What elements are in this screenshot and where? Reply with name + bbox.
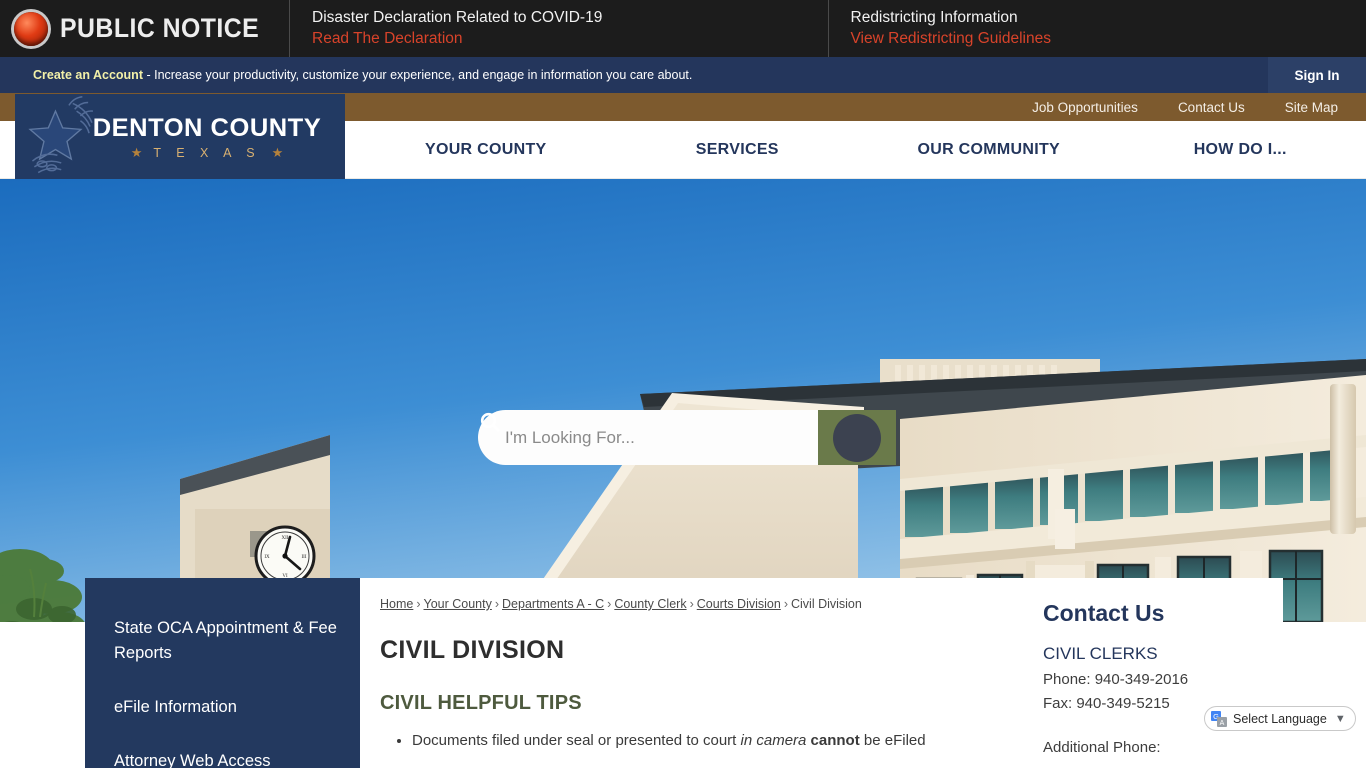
svg-text:A: A [1220, 720, 1225, 727]
sidebar-item-efile-information[interactable]: eFile Information [114, 695, 360, 720]
breadcrumb-separator: › [781, 597, 791, 611]
notice-heading: Disaster Declaration Related to COVID-19 [312, 7, 828, 28]
site-logo-name: DENTON COUNTY [68, 114, 345, 142]
account-bar-description: - Increase your productivity, customize … [143, 68, 692, 82]
utility-link-contact-us[interactable]: Contact Us [1178, 100, 1245, 115]
breadcrumb-separator: › [687, 597, 697, 611]
breadcrumb-link-your-county[interactable]: Your County [424, 597, 492, 611]
svg-text:IX: IX [264, 555, 270, 560]
public-notice-title: PUBLIC NOTICE [60, 13, 259, 44]
svg-text:III: III [302, 555, 307, 560]
breadcrumb-link-home[interactable]: Home [380, 597, 413, 611]
utility-link-site-map[interactable]: Site Map [1285, 100, 1338, 115]
hero-banner-image: XIIIII VIIX [0, 179, 1366, 622]
breadcrumb-link-courts-division[interactable]: Courts Division [697, 597, 781, 611]
google-translate-widget[interactable]: G A Select Language ▼ [1204, 706, 1356, 731]
breadcrumb-separator: › [413, 597, 423, 611]
notice-item-redistricting: Redistricting Information View Redistric… [829, 0, 1366, 57]
tip-text-part1: Documents filed under seal or presented … [412, 732, 741, 749]
breadcrumb-link-county-clerk[interactable]: County Clerk [614, 597, 686, 611]
breadcrumb-link-departments-a-c[interactable]: Departments A - C [502, 597, 604, 611]
create-an-account-link[interactable]: Create an Account [33, 68, 143, 82]
main-nav-items: YOUR COUNTY SERVICES OUR COMMUNITY HOW D… [360, 121, 1366, 179]
list-item: Documents filed under seal or presented … [412, 730, 1007, 752]
sidebar-item-attorney-web-access[interactable]: Attorney Web Access [114, 749, 360, 774]
account-bar-text: Create an Account - Increase your produc… [0, 68, 692, 82]
breadcrumb-separator: › [604, 597, 614, 611]
sign-in-button[interactable]: Sign In [1268, 57, 1366, 93]
breadcrumb-separator: › [492, 597, 502, 611]
main-content-column: Home›Your County›Departments A - C›Count… [360, 578, 1033, 768]
nav-item-your-county[interactable]: YOUR COUNTY [360, 141, 612, 159]
translate-label: Select Language [1233, 712, 1327, 726]
star-icon: ★ [272, 145, 284, 161]
search-button-circle [833, 414, 881, 462]
site-search[interactable] [478, 410, 896, 465]
public-notice-brand: PUBLIC NOTICE [0, 0, 290, 57]
utility-link-job-opportunities[interactable]: Job Opportunities [1032, 100, 1138, 115]
nav-item-services[interactable]: SERVICES [612, 141, 864, 159]
notice-heading: Redistricting Information [851, 7, 1366, 28]
google-translate-icon: G A [1211, 711, 1227, 727]
site-logo[interactable]: DENTON COUNTY ★ T E X A S ★ [15, 94, 345, 186]
tip-text-bold: cannot [811, 732, 860, 749]
search-input[interactable] [478, 410, 818, 465]
site-logo-text: DENTON COUNTY ★ T E X A S ★ [71, 114, 343, 161]
helpful-tips-list: Documents filed under seal or presented … [380, 730, 1007, 752]
public-notice-bar: PUBLIC NOTICE Disaster Declaration Relat… [0, 0, 1366, 57]
section-heading-civil-helpful-tips: CIVIL HELPFUL TIPS [380, 692, 1007, 715]
nav-item-how-do-i[interactable]: HOW DO I... [1115, 141, 1366, 159]
tip-text-part3: be eFiled [860, 732, 926, 749]
page-title: CIVIL DIVISION [380, 636, 1007, 665]
page-sidebar-nav: State OCA Appointment & Fee Reports eFil… [85, 578, 360, 768]
contact-additional-phone-label: Additional Phone: [1043, 739, 1283, 756]
nav-item-our-community[interactable]: OUR COMMUNITY [863, 141, 1115, 159]
notice-link-redistricting-guidelines[interactable]: View Redistricting Guidelines [851, 28, 1366, 49]
breadcrumb-current-civil-division: Civil Division [791, 597, 862, 611]
breadcrumb: Home›Your County›Departments A - C›Count… [380, 597, 1007, 611]
courthouse-illustration: XIIIII VIIX [0, 179, 1366, 622]
chevron-down-icon[interactable]: ▼ [1335, 713, 1346, 725]
site-logo-state: T E X A S [153, 146, 260, 160]
red-alert-circle-icon [14, 12, 48, 46]
search-button[interactable] [818, 410, 896, 465]
site-logo-subtitle: ★ T E X A S ★ [71, 145, 343, 161]
contact-phone: Phone: 940-349-2016 [1043, 671, 1283, 688]
notice-link-read-declaration[interactable]: Read The Declaration [312, 28, 828, 49]
content-panel: State OCA Appointment & Fee Reports eFil… [85, 578, 1283, 768]
notice-item-covid: Disaster Declaration Related to COVID-19… [290, 0, 829, 57]
contact-us-title: Contact Us [1043, 600, 1283, 627]
star-icon: ★ [131, 145, 143, 161]
contact-subtitle-civil-clerks: CIVIL CLERKS [1043, 644, 1283, 664]
search-icon [478, 410, 502, 434]
tip-text-italic: in camera [741, 732, 807, 749]
sidebar-item-state-oca-reports[interactable]: State OCA Appointment & Fee Reports [114, 616, 360, 666]
svg-text:XII: XII [282, 536, 289, 541]
account-bar: Create an Account - Increase your produc… [0, 57, 1366, 93]
contact-us-panel: Contact Us CIVIL CLERKS Phone: 940-349-2… [1033, 578, 1283, 768]
main-nav-bar: DENTON COUNTY ★ T E X A S ★ YOUR COUNTY … [0, 121, 1366, 179]
